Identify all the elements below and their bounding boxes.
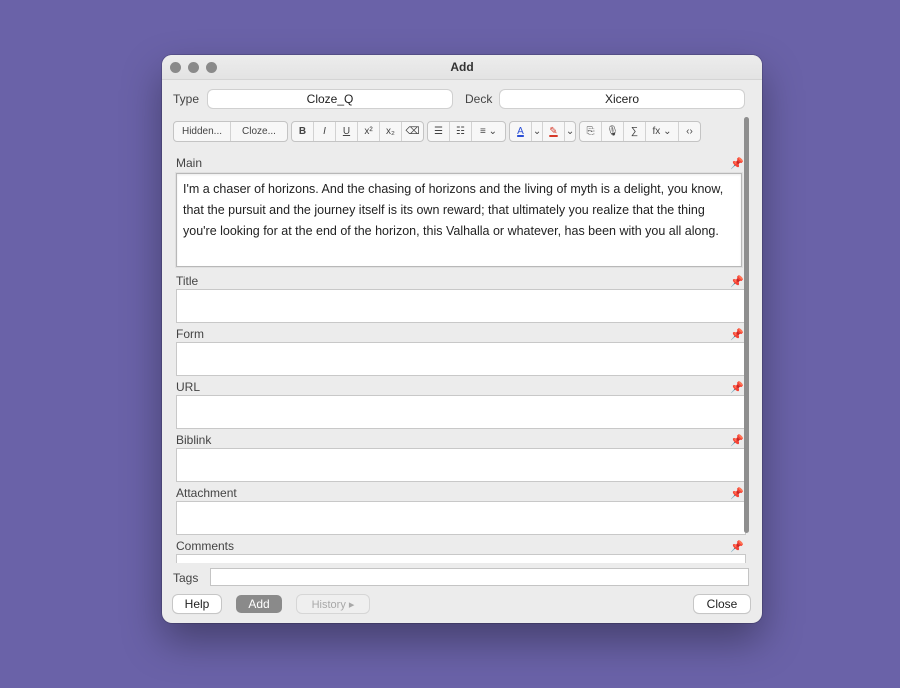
tags-input[interactable] — [210, 568, 749, 586]
attachment-field-label: Attachment — [176, 486, 237, 500]
type-label: Type — [173, 92, 200, 106]
close-button[interactable]: Close — [694, 595, 750, 613]
comments-field-editor[interactable] — [176, 554, 746, 563]
attachment-field-editor[interactable] — [176, 501, 746, 535]
numbered-list-icon[interactable]: ☷ — [450, 122, 472, 141]
deck-selector[interactable]: Xicero — [500, 90, 744, 108]
pin-icon[interactable]: 📌 — [730, 487, 744, 500]
title-field-label: Title — [176, 274, 199, 288]
eraser-icon[interactable]: ⌫ — [402, 122, 423, 141]
pin-icon[interactable]: 📌 — [730, 381, 744, 394]
text-color-dropdown-icon[interactable]: ⌄ — [532, 122, 543, 141]
history-button[interactable]: History ▸ — [297, 595, 369, 613]
list-group: ☰ ☷ ≡ ⌄ — [427, 121, 506, 142]
help-button[interactable]: Help — [173, 595, 221, 613]
main-field-label: Main — [176, 156, 203, 170]
form-field-label: Form — [176, 327, 204, 341]
format-group: B I U x² x₂ ⌫ — [291, 121, 424, 142]
align-dropdown-icon[interactable]: ≡ ⌄ — [472, 122, 505, 141]
biblink-field-editor[interactable] — [176, 448, 746, 482]
pin-icon[interactable]: 📌 — [730, 275, 744, 288]
titlebar: Add — [162, 55, 762, 80]
window-title: Add — [450, 60, 474, 74]
attach-icon[interactable]: ⎘ — [580, 122, 602, 141]
editor-toolbar: Hidden... Cloze... B I U x² x₂ ⌫ ☰ ☷ ≡ ⌄… — [173, 121, 704, 142]
html-editor-icon[interactable]: ‹› — [679, 122, 700, 141]
tags-label: Tags — [173, 571, 199, 585]
highlight-icon[interactable]: ✎ — [543, 122, 565, 141]
underline-icon[interactable]: U — [336, 122, 358, 141]
cloze-group: Hidden... Cloze... — [173, 121, 288, 142]
highlight-dropdown-icon[interactable]: ⌄ — [565, 122, 575, 141]
bulleted-list-icon[interactable]: ☰ — [428, 122, 450, 141]
record-audio-icon[interactable]: 🎙 — [602, 122, 624, 141]
cloze-button[interactable]: Cloze... — [231, 122, 287, 141]
editor-scrollbar[interactable] — [744, 117, 749, 533]
hidden-button[interactable]: Hidden... — [174, 122, 231, 141]
color-group: A ⌄ ✎ ⌄ — [509, 121, 576, 142]
italic-icon[interactable]: I — [314, 122, 336, 141]
add-button[interactable]: Add — [236, 595, 282, 613]
formula-dropdown-icon[interactable]: fx ⌄ — [646, 122, 679, 141]
main-field-editor[interactable]: I'm a chaser of horizons. And the chasin… — [176, 173, 742, 267]
url-field-editor[interactable] — [176, 395, 746, 429]
title-field-editor[interactable] — [176, 289, 746, 323]
pin-icon[interactable]: 📌 — [730, 434, 744, 447]
deck-label: Deck — [465, 92, 493, 106]
mathjax-icon[interactable]: ∑ — [624, 122, 646, 141]
comments-field-label: Comments — [176, 539, 235, 553]
biblink-field-label: Biblink — [176, 433, 212, 447]
add-window: Add Type Cloze_Q Deck Xicero Hidden... C… — [162, 55, 762, 623]
bold-icon[interactable]: B — [292, 122, 314, 141]
subscript-icon[interactable]: x₂ — [380, 122, 402, 141]
superscript-icon[interactable]: x² — [358, 122, 380, 141]
pin-icon[interactable]: 📌 — [730, 328, 744, 341]
url-field-label: URL — [176, 380, 201, 394]
media-group: ⎘ 🎙 ∑ fx ⌄ ‹› — [579, 121, 701, 142]
form-field-editor[interactable] — [176, 342, 746, 376]
pin-icon[interactable]: 📌 — [730, 157, 744, 170]
text-color-icon[interactable]: A — [510, 122, 532, 141]
type-selector[interactable]: Cloze_Q — [208, 90, 452, 108]
pin-icon[interactable]: 📌 — [730, 540, 744, 553]
